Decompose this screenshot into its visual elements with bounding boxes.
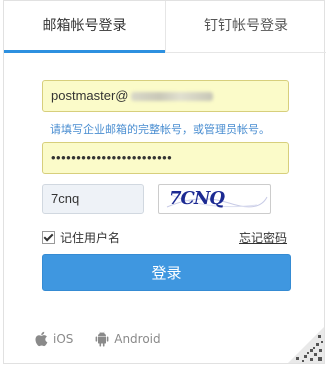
qr-code-icon[interactable] [288, 327, 324, 363]
remember-label: 记住用户名 [60, 231, 121, 245]
email-domain-redacted [130, 92, 213, 102]
remember-checkbox[interactable] [42, 231, 55, 244]
forgot-password-link[interactable]: 忘记密码 [239, 229, 287, 246]
captcha-input[interactable]: 7cnq [42, 184, 144, 214]
captcha-image[interactable]: 7CNQ [158, 184, 271, 214]
android-icon [95, 331, 109, 347]
remember-username[interactable]: 记住用户名 [42, 229, 120, 246]
email-hint: 请填写企业邮箱的完整帐号，或管理员帐号。 [50, 123, 270, 136]
login-tabs: 邮箱帐号登录 钉钉帐号登录 [4, 1, 326, 53]
email-prefix: postmaster@ [51, 88, 129, 103]
tab-mailbox-login[interactable]: 邮箱帐号登录 [4, 1, 165, 53]
ios-label: iOS [53, 332, 74, 346]
email-field[interactable]: postmaster@ [42, 80, 289, 112]
captcha-image-text: 7CNQ [169, 188, 225, 209]
tab-dingtalk-login[interactable]: 钉钉帐号登录 [165, 1, 326, 52]
app-downloads: iOS Android [34, 331, 179, 347]
login-button[interactable]: 登录 [42, 254, 291, 291]
ios-app-link[interactable]: iOS [34, 331, 73, 347]
login-panel: 邮箱帐号登录 钉钉帐号登录 postmaster@ 请填写企业邮箱的完整帐号，或… [3, 0, 326, 364]
apple-icon [35, 331, 48, 347]
password-field[interactable]: •••••••••••••••••••••••• [42, 142, 289, 174]
android-label: Android [114, 332, 161, 346]
android-app-link[interactable]: Android [95, 331, 161, 347]
